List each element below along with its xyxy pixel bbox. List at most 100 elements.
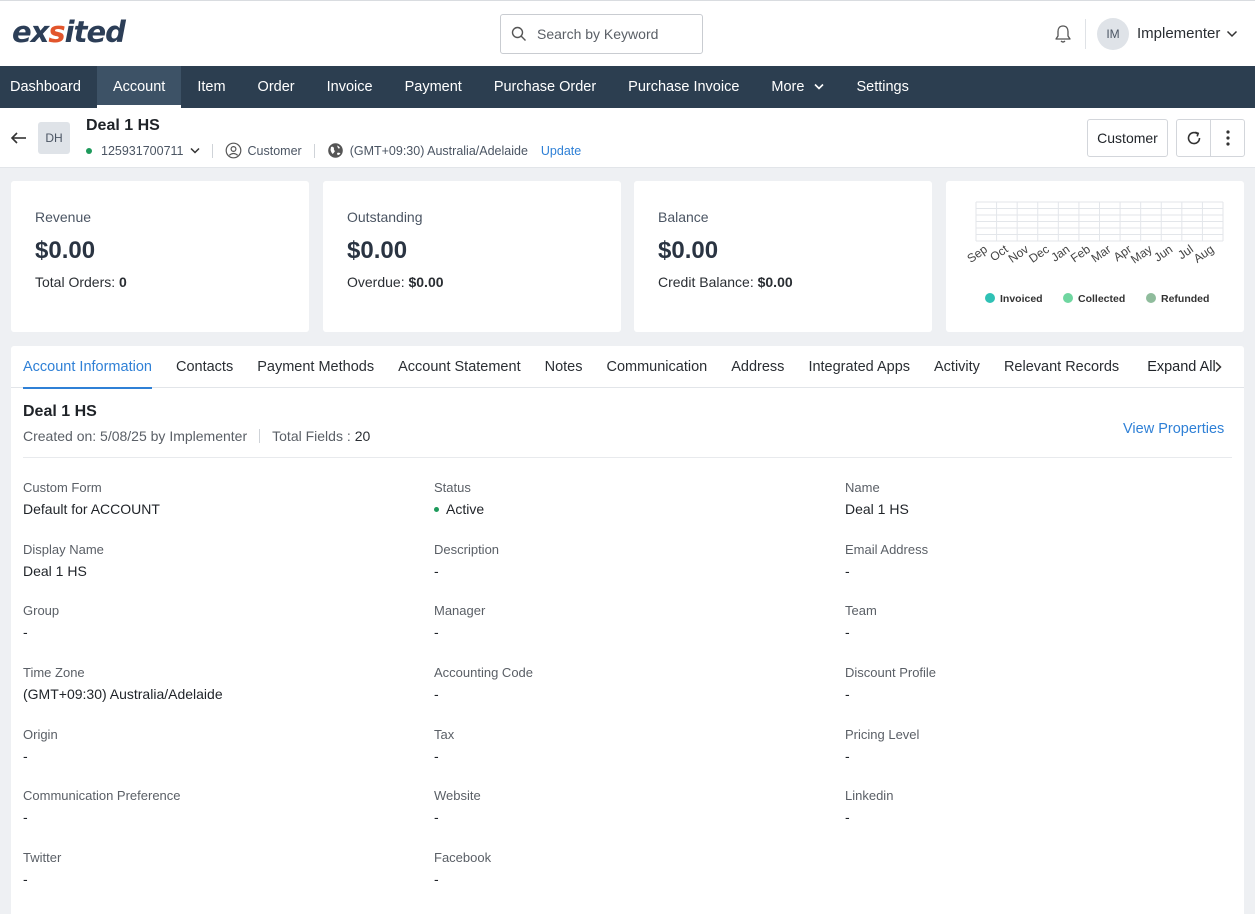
revenue-amount: $0.00 — [35, 237, 96, 264]
total-orders: Total Orders: 0 — [35, 274, 127, 290]
bell-icon[interactable] — [1052, 23, 1074, 45]
update-link[interactable]: Update — [541, 144, 581, 158]
chevron-down-icon[interactable] — [189, 147, 200, 155]
field-label: Communication Preference — [23, 788, 181, 803]
field-value: - — [434, 809, 814, 825]
field-value-text: - — [23, 624, 28, 640]
tab-account-statement[interactable]: Account Statement — [386, 346, 533, 388]
field-value: Default for ACCOUNT — [23, 501, 403, 517]
field-label: Origin — [23, 727, 58, 742]
legend-swatch — [985, 293, 995, 303]
field-label: Pricing Level — [845, 727, 920, 742]
customer-button[interactable]: Customer — [1087, 119, 1168, 157]
tab-notes[interactable]: Notes — [533, 346, 595, 388]
tab-communication[interactable]: Communication — [594, 346, 719, 388]
nav-item[interactable]: Item — [181, 66, 241, 108]
field-value-text: - — [434, 871, 439, 887]
field-value: - — [845, 809, 1225, 825]
revenue-chart-card: Sep Oct Nov Dec Jan Feb Mar Apr May Jun Jul Aug Invo… — [946, 181, 1244, 332]
field: Manager - — [434, 603, 814, 640]
chart-x-tick: Mar — [1089, 242, 1114, 265]
outstanding-amount: $0.00 — [347, 237, 408, 264]
more-actions-button[interactable] — [1210, 120, 1244, 156]
field-value-text: - — [434, 809, 439, 825]
chart-x-tick: Aug — [1191, 242, 1217, 266]
record-phone[interactable]: 125931700711 — [101, 144, 184, 158]
chevron-right-icon[interactable] — [1211, 360, 1225, 374]
back-arrow-icon[interactable] — [10, 130, 28, 146]
outstanding-label: Outstanding — [347, 209, 423, 225]
chevron-down-icon[interactable] — [1226, 29, 1238, 39]
field-label: Group — [23, 603, 60, 618]
tab-relevant-records[interactable]: Relevant Records — [992, 346, 1131, 388]
field-value: - — [845, 686, 1225, 702]
total-fields-label: Total Fields : — [272, 428, 351, 444]
search-input[interactable] — [537, 26, 697, 42]
field-value-text: Default for ACCOUNT — [23, 501, 160, 517]
field: Display Name Deal 1 HS — [23, 542, 403, 579]
field: Pricing Level - — [845, 727, 1225, 764]
record-actions — [1176, 119, 1245, 157]
field: Description - — [434, 542, 814, 579]
nav-order[interactable]: Order — [242, 66, 311, 108]
field-label: Accounting Code — [434, 665, 534, 680]
tab-activity[interactable]: Activity — [922, 346, 992, 388]
status-dot — [434, 506, 439, 512]
header-divider — [1085, 19, 1086, 49]
field-value-text: - — [434, 563, 439, 579]
tab-contacts[interactable]: Contacts — [164, 346, 245, 388]
refresh-button[interactable] — [1177, 120, 1210, 156]
total-fields-value: 20 — [354, 428, 371, 444]
view-properties-link[interactable]: View Properties — [1123, 421, 1224, 437]
nav-account[interactable]: Account — [96, 66, 182, 108]
nav-purchase-order[interactable]: Purchase Order — [478, 66, 612, 108]
tab-integrated-apps[interactable]: Integrated Apps — [796, 346, 922, 388]
field-label: Team — [845, 603, 877, 618]
tab-account-information[interactable]: Account Information — [11, 346, 164, 389]
user-name[interactable]: Implementer — [1137, 25, 1220, 42]
balance-amount: $0.00 — [658, 237, 719, 264]
credit-balance: Credit Balance: $0.00 — [658, 274, 793, 290]
chart-x-tick: May — [1128, 242, 1155, 266]
nav-dashboard[interactable]: Dashboard — [0, 66, 97, 108]
nav-settings[interactable]: Settings — [840, 66, 924, 108]
field: Custom Form Default for ACCOUNT — [23, 480, 403, 517]
section-meta: Created on: 5/08/25 by Implementer Total… — [23, 428, 370, 444]
field-value-text: Deal 1 HS — [23, 563, 87, 579]
record-meta: 125931700711 Customer (GMT+09:30) Austra… — [86, 142, 581, 159]
nav-more[interactable]: More — [755, 66, 840, 108]
search-box[interactable] — [500, 14, 703, 54]
nav-purchase-invoice[interactable]: Purchase Invoice — [612, 66, 755, 108]
status-dot — [86, 147, 92, 154]
field: Communication Preference - — [23, 788, 403, 825]
chart-x-tick: Jun — [1151, 242, 1175, 265]
field-label: Display Name — [23, 542, 104, 557]
revenue-card: Revenue $0.00 Total Orders: 0 — [11, 181, 309, 332]
tab-address[interactable]: Address — [719, 346, 796, 388]
meta-divider — [211, 143, 213, 158]
outstanding-card: Outstanding $0.00 Overdue: $0.00 — [323, 181, 621, 332]
field-value: - — [845, 563, 1225, 579]
field-label: Name — [845, 480, 880, 495]
field-value: - — [434, 624, 814, 640]
field-value-text: - — [23, 809, 28, 825]
field-value: - — [23, 809, 403, 825]
tab-payment-methods[interactable]: Payment Methods — [245, 346, 386, 388]
field-value: Deal 1 HS — [23, 563, 403, 579]
nav-invoice[interactable]: Invoice — [311, 66, 389, 108]
legend-swatch — [1063, 293, 1073, 303]
record-timezone: (GMT+09:30) Australia/Adelaide — [349, 143, 528, 158]
exsited-logo[interactable]: exsited — [12, 15, 126, 51]
revenue-label: Revenue — [35, 209, 92, 225]
nav-payment[interactable]: Payment — [389, 66, 478, 108]
overdue: Overdue: $0.00 — [347, 274, 444, 290]
field-label: Manager — [434, 603, 486, 618]
field-value-text: - — [845, 563, 850, 579]
field-label: Status — [434, 480, 471, 495]
legend-label: Invoiced — [1000, 293, 1043, 305]
legend-swatch — [1146, 293, 1156, 303]
section-title: Deal 1 HS — [23, 403, 97, 420]
balance-card: Balance $0.00 Credit Balance: $0.00 — [634, 181, 932, 332]
field-value: Deal 1 HS — [845, 501, 1225, 517]
user-avatar[interactable]: IM — [1097, 18, 1129, 50]
